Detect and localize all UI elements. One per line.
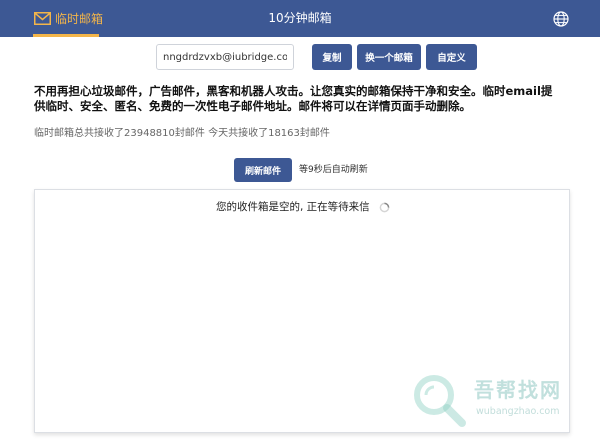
watermark-title: 吾帮找网 [474, 378, 562, 402]
copy-button[interactable]: 复制 [312, 44, 352, 70]
email-address-field[interactable] [156, 44, 294, 70]
inbox-empty-message: 您的收件箱是空的, 正在等待来信 [215, 201, 370, 213]
refresh-row: 刷新邮件 等9秒后自动刷新 [0, 158, 600, 182]
mail-stats: 临时邮箱总共接收了23948810封邮件 今天共接收了18163封邮件 [34, 128, 330, 139]
top-navbar: 临时邮箱 10分钟邮箱 [0, 0, 600, 37]
intro-description: 不用再担心垃圾邮件，广告邮件，黑客和机器人攻击。让您真实的邮箱保持干净和安全。临… [34, 84, 553, 113]
custom-email-button[interactable]: 自定义 [426, 44, 477, 70]
globe-icon[interactable] [553, 11, 569, 27]
change-email-button[interactable]: 换一个邮箱 [357, 44, 421, 70]
nav-title[interactable]: 10分钟邮箱 [0, 0, 600, 37]
magnifier-watermark-icon [414, 375, 466, 427]
email-toolbar: 复制 换一个邮箱 自定义 [0, 44, 600, 70]
inbox-empty-state: 您的收件箱是空的, 正在等待来信 [35, 199, 571, 214]
refresh-mail-button[interactable]: 刷新邮件 [234, 158, 292, 182]
loading-spinner-icon [379, 202, 390, 212]
auto-refresh-countdown: 等9秒后自动刷新 [299, 165, 368, 175]
watermark-subtitle: wubangzhao.com [476, 406, 560, 417]
site-watermark: 吾帮找网 wubangzhao.com [410, 372, 580, 428]
